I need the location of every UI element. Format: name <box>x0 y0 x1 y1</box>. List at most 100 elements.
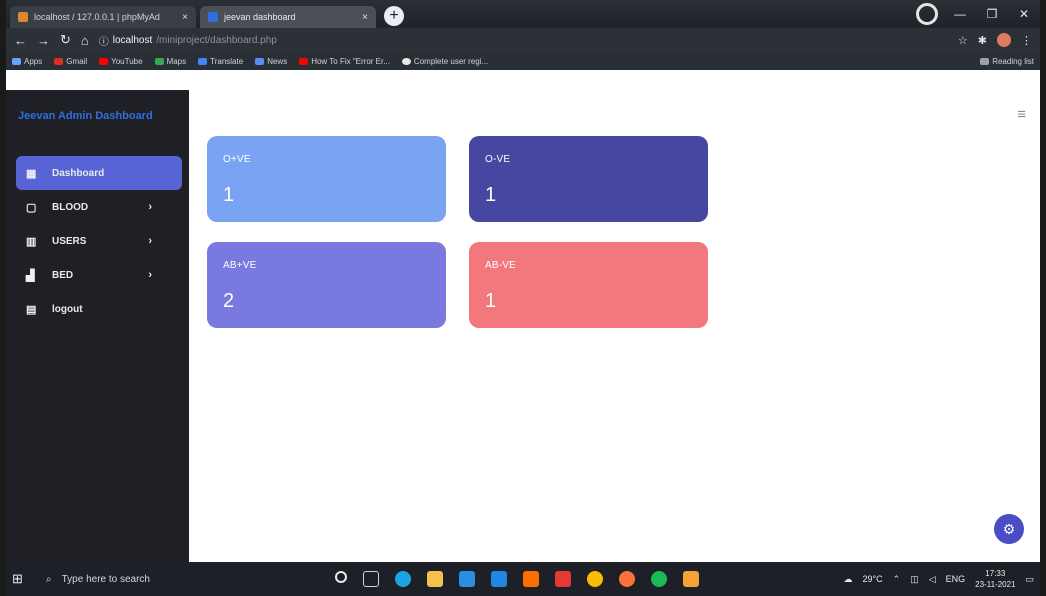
bookmark-apps[interactable]: Apps <box>12 57 42 66</box>
firefox-icon[interactable] <box>619 571 635 587</box>
window-close-icon[interactable]: ✕ <box>1008 0 1040 28</box>
store-icon[interactable] <box>459 571 475 587</box>
sidebar-item-blood[interactable]: ▢ BLOOD › <box>16 190 182 224</box>
url-host: localhost <box>112 34 153 46</box>
reload-icon[interactable]: ↻ <box>60 32 71 48</box>
tab-label: localhost / 127.0.0.1 | phpMyAd <box>34 12 160 22</box>
taskbar: ⊞ ⌕ Type here to search ☁ 29°C ⌃ ◫ ◁ ENG <box>6 562 1040 596</box>
spotify-icon[interactable] <box>651 571 667 587</box>
sidebar-item-bed[interactable]: ▟ BED › <box>16 258 182 292</box>
bookmarks-bar: Apps Gmail YouTube Maps Translate News H… <box>6 52 1040 70</box>
settings-fab-button[interactable]: ⚙ <box>994 514 1024 544</box>
profile-icon[interactable] <box>916 3 938 25</box>
card-value: 1 <box>485 290 497 312</box>
bookmark-maps[interactable]: Maps <box>154 57 186 66</box>
youtube-icon <box>99 57 109 65</box>
stat-card-ab-positive[interactable]: AB+VE 2 <box>207 242 446 328</box>
mail-icon[interactable] <box>491 571 507 587</box>
bookmark-news[interactable]: News <box>255 57 287 66</box>
bookmark-gmail[interactable]: Gmail <box>54 57 87 66</box>
weather-icon[interactable]: ☁ <box>844 574 853 585</box>
bookmark-translate[interactable]: Translate <box>198 57 243 66</box>
youtube-icon <box>299 57 309 65</box>
card-label: O-VE <box>485 154 511 165</box>
chevron-right-icon: › <box>148 269 152 281</box>
brand-title[interactable]: Jeevan Admin Dashboard <box>18 110 153 122</box>
browser-tabstrip: localhost / 127.0.0.1 | phpMyAd × jeevan… <box>6 0 1040 28</box>
stat-card-ab-negative[interactable]: AB-VE 1 <box>469 242 708 328</box>
page-favicon-icon <box>208 12 218 22</box>
url-field[interactable]: ⓘ localhost/miniproject/dashboard.php <box>99 33 277 48</box>
taskbar-search[interactable]: ⌕ Type here to search <box>36 562 311 596</box>
minimize-icon[interactable]: — <box>944 0 976 28</box>
chevron-right-icon: › <box>148 235 152 247</box>
network-icon[interactable]: ◫ <box>910 574 919 585</box>
taskbar-search-placeholder: Type here to search <box>61 573 150 585</box>
bookmark-youtube[interactable]: YouTube <box>99 57 143 66</box>
task-view-icon[interactable] <box>363 571 379 587</box>
avatar[interactable] <box>997 33 1011 47</box>
sidebar-item-label: logout <box>52 303 83 315</box>
sidebar: Jeevan Admin Dashboard ▦ Dashboard ▢ BLO… <box>6 90 189 562</box>
url-path: /miniproject/dashboard.php <box>156 34 277 46</box>
browser-tab-phpmyadmin[interactable]: localhost / 127.0.0.1 | phpMyAd × <box>10 6 196 28</box>
card-value: 1 <box>223 184 235 206</box>
sidebar-menu: ▦ Dashboard ▢ BLOOD › ▥ USERS › ▟ BED › … <box>16 156 182 326</box>
hamburger-menu-icon[interactable]: ≡ <box>1017 106 1026 123</box>
gmail-icon <box>54 57 64 65</box>
reading-list[interactable]: Reading list <box>980 57 1034 66</box>
bookmark-complete-user[interactable]: Complete user regi... <box>401 57 488 66</box>
screen: localhost / 127.0.0.1 | phpMyAd × jeevan… <box>0 0 1046 596</box>
bookmark-how-to-fix[interactable]: How To Fix "Error Er... <box>299 57 390 66</box>
weather-temp[interactable]: 29°C <box>863 574 883 584</box>
main-content: ≡ O+VE 1 O-VE 1 AB+VE 2 AB-VE 1 ⚙ <box>189 90 1040 562</box>
edge-icon[interactable] <box>395 571 411 587</box>
address-bar: ← → ↻ ⌂ ⓘ localhost/miniproject/dashboar… <box>6 28 1040 52</box>
taskbar-apps <box>335 571 699 587</box>
box-icon: ▢ <box>26 201 37 214</box>
clock[interactable]: 17:33 23-11-2021 <box>975 568 1015 590</box>
sidebar-item-dashboard[interactable]: ▦ Dashboard <box>16 156 182 190</box>
news-icon <box>255 57 265 65</box>
cortana-icon[interactable] <box>335 571 347 583</box>
new-tab-button[interactable]: + <box>384 6 404 26</box>
back-icon[interactable]: ← <box>14 33 27 48</box>
github-icon <box>401 57 411 65</box>
sidebar-item-users[interactable]: ▥ USERS › <box>16 224 182 258</box>
chrome-icon[interactable] <box>587 571 603 587</box>
office-icon[interactable] <box>523 571 539 587</box>
opera-icon[interactable] <box>555 571 571 587</box>
columns-icon: ▥ <box>26 235 37 248</box>
home-icon[interactable]: ⌂ <box>81 33 89 48</box>
info-icon: ⓘ <box>98 36 109 48</box>
volume-icon[interactable]: ◁ <box>929 574 936 585</box>
windows-start-icon[interactable]: ⊞ <box>12 571 36 587</box>
close-icon[interactable]: × <box>182 12 188 23</box>
forward-icon[interactable]: → <box>37 33 50 48</box>
file-explorer-icon[interactable] <box>427 571 443 587</box>
browser-tab-dashboard[interactable]: jeevan dashboard × <box>200 6 376 28</box>
chevron-up-icon[interactable]: ⌃ <box>893 574 901 585</box>
phpmyadmin-favicon-icon <box>18 12 28 22</box>
xampp-icon[interactable] <box>683 571 699 587</box>
language-indicator[interactable]: ENG <box>946 574 966 584</box>
notifications-icon[interactable]: ▭ <box>1025 574 1034 585</box>
close-icon[interactable]: × <box>362 12 368 23</box>
stat-card-o-negative[interactable]: O-VE 1 <box>469 136 708 222</box>
extensions-icon[interactable]: ✱ <box>978 34 987 47</box>
maximize-icon[interactable]: ❐ <box>976 0 1008 28</box>
more-icon[interactable]: ⋮ <box>1021 34 1032 47</box>
star-icon[interactable]: ☆ <box>958 34 968 47</box>
translate-icon <box>198 57 208 65</box>
stat-card-o-positive[interactable]: O+VE 1 <box>207 136 446 222</box>
card-label: AB-VE <box>485 260 517 271</box>
clock-time: 17:33 <box>985 569 1006 578</box>
bar-chart-icon: ▟ <box>26 269 35 282</box>
tab-label: jeevan dashboard <box>224 12 296 22</box>
card-label: O+VE <box>223 154 251 165</box>
apps-icon <box>12 57 21 65</box>
reading-list-icon <box>980 57 990 65</box>
sidebar-item-logout[interactable]: ▤ logout <box>16 292 182 326</box>
sidebar-item-label: Dashboard <box>52 167 105 179</box>
sidebar-item-label: BED <box>52 269 74 281</box>
